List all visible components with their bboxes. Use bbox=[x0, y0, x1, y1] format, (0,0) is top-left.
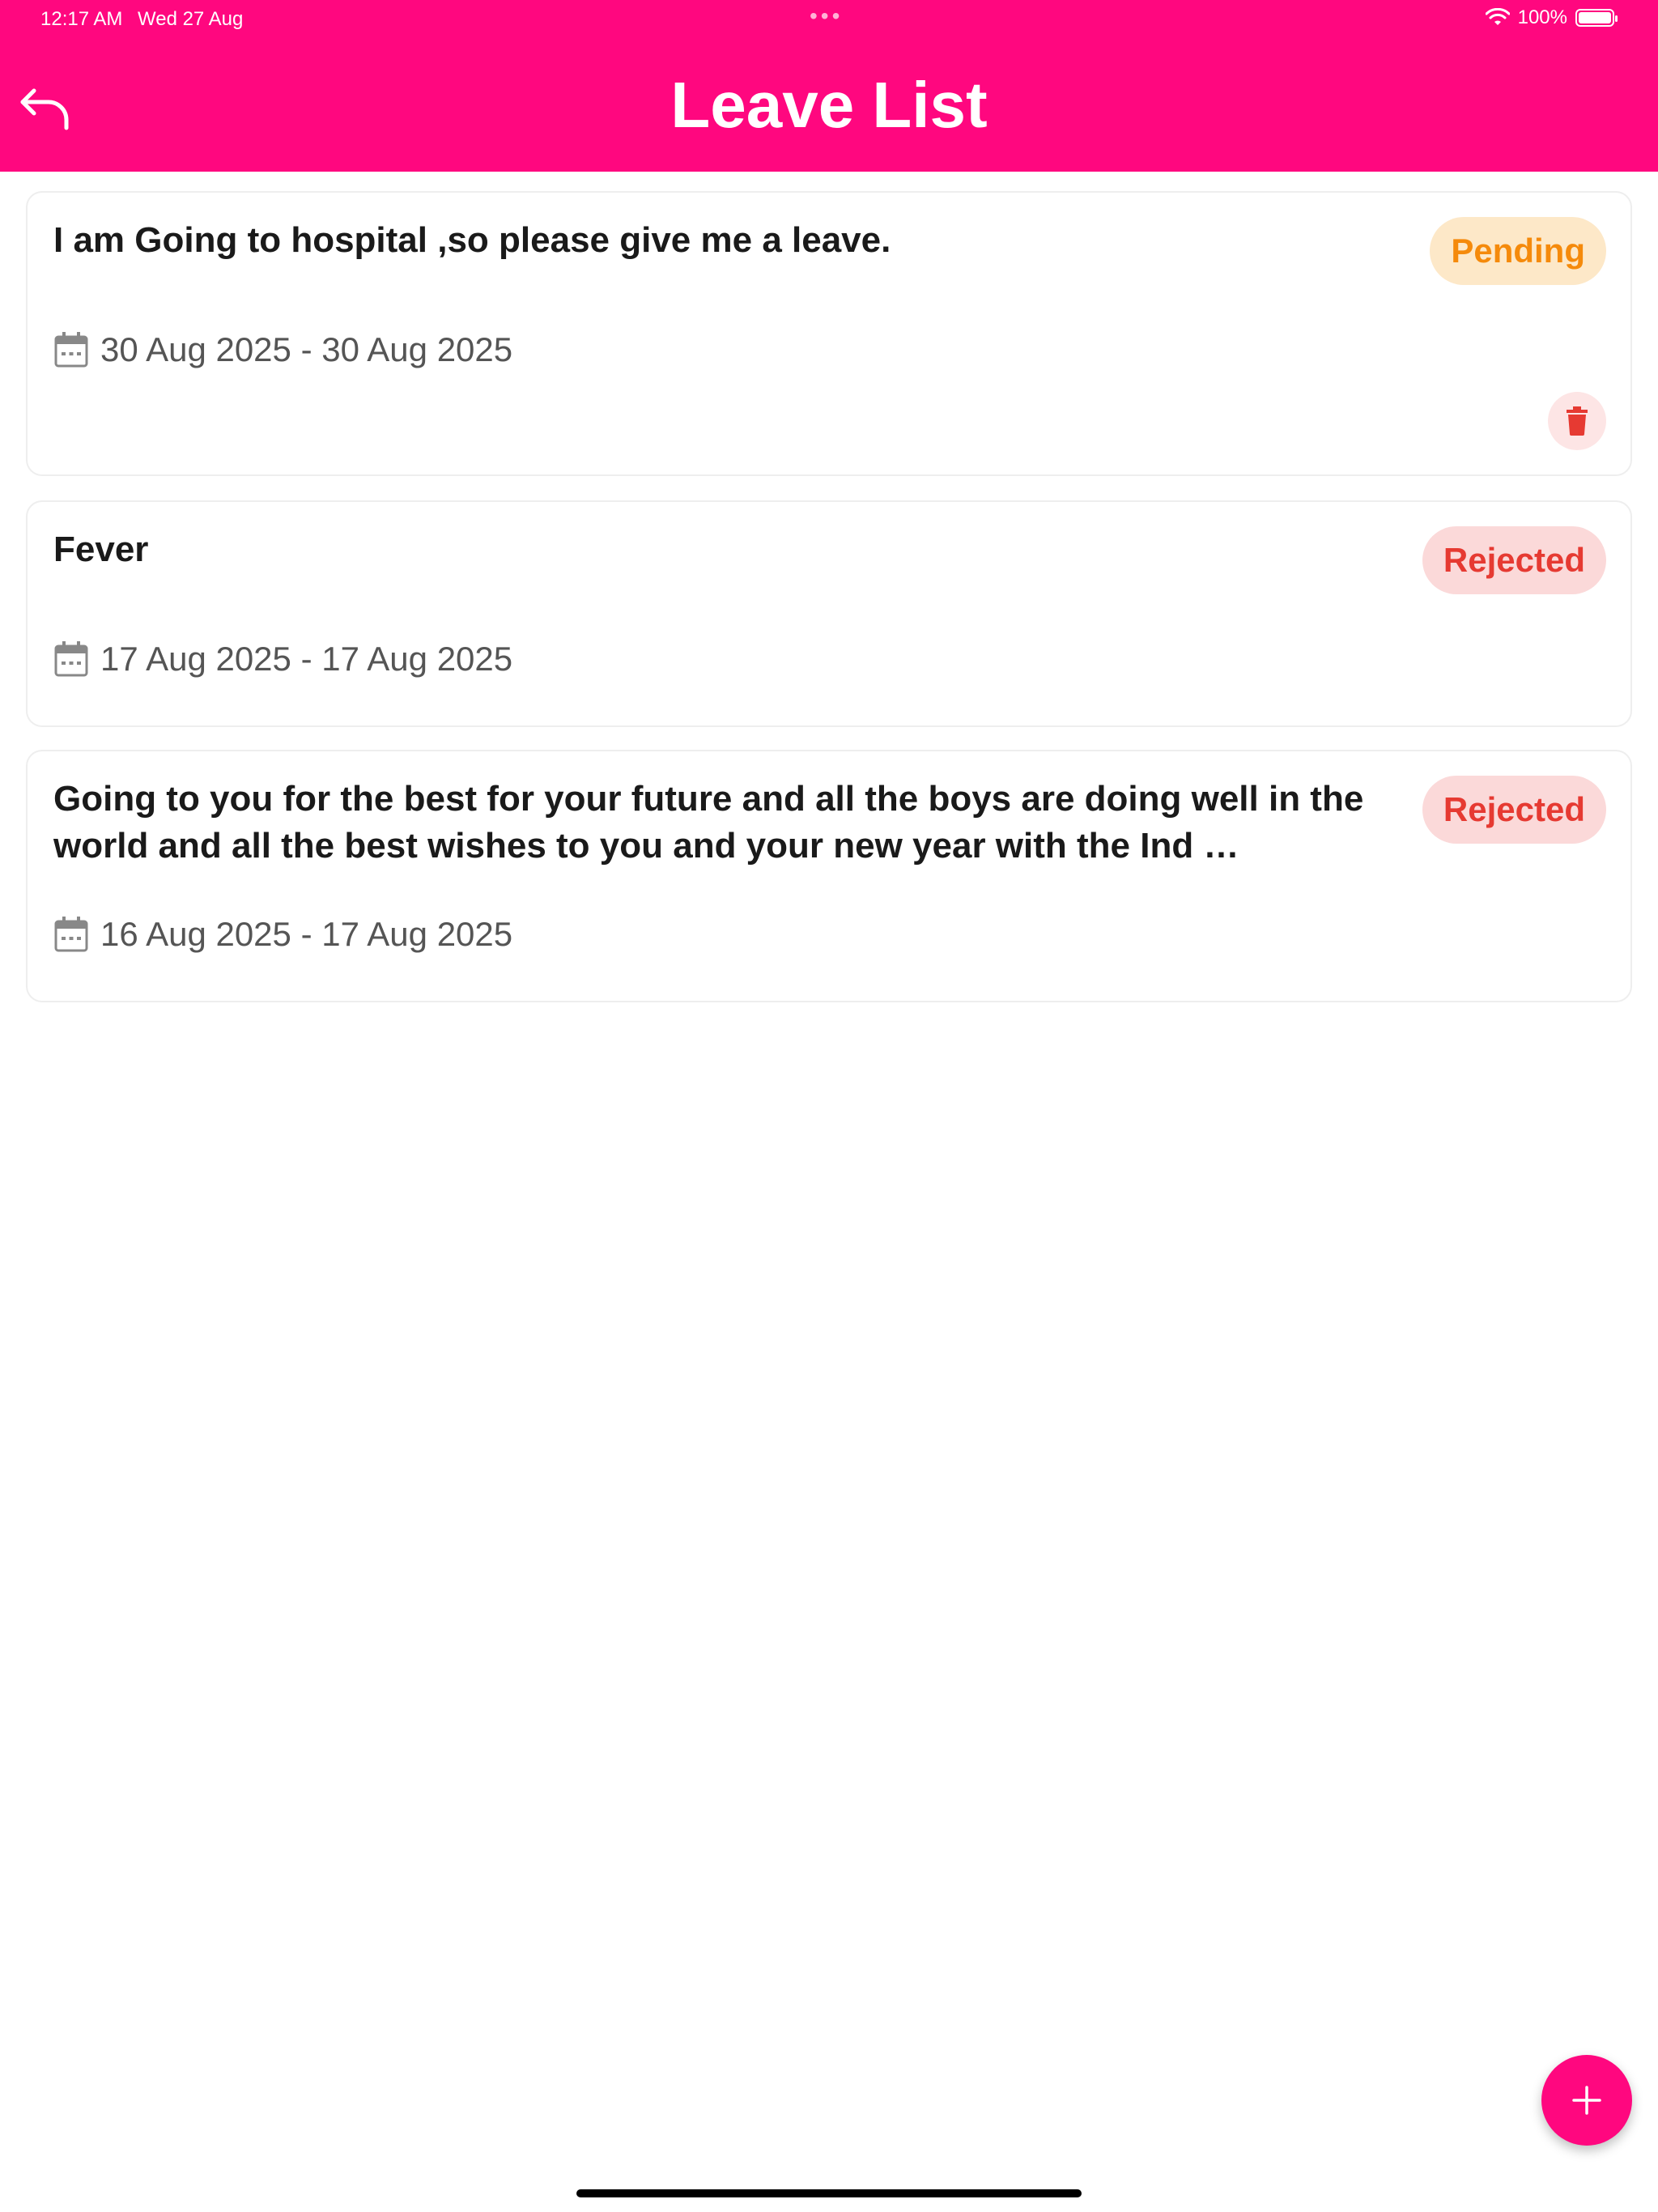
calendar-icon bbox=[54, 332, 88, 368]
status-badge: Pending bbox=[1430, 217, 1606, 285]
status-badge: Rejected bbox=[1422, 776, 1606, 844]
leave-card[interactable]: Going to you for the best for your futur… bbox=[26, 750, 1632, 1002]
app-header: Leave List bbox=[0, 39, 1658, 172]
leave-reason: I am Going to hospital ,so please give m… bbox=[53, 220, 891, 260]
wifi-icon bbox=[1485, 8, 1510, 25]
status-right: 100% bbox=[1485, 6, 1618, 29]
status-bar: 12:17 AM Wed 27 Aug ••• 100% bbox=[0, 0, 1658, 39]
calendar-icon bbox=[54, 917, 88, 952]
leave-reason: Fever bbox=[53, 530, 149, 569]
status-time: 12:17 AM bbox=[40, 8, 123, 30]
delete-button[interactable] bbox=[1548, 392, 1606, 450]
leave-date-row: 30 Aug 2025 - 30 Aug 2025 bbox=[53, 330, 512, 369]
leave-date-row: 17 Aug 2025 - 17 Aug 2025 bbox=[53, 640, 512, 678]
status-date: Wed 27 Aug bbox=[138, 8, 244, 30]
leave-card[interactable]: Fever Rejected 17 Aug 2025 - 17 Aug 2025 bbox=[26, 500, 1632, 727]
calendar-icon bbox=[54, 641, 88, 677]
home-indicator[interactable] bbox=[576, 2189, 1082, 2197]
leave-dates: 16 Aug 2025 - 17 Aug 2025 bbox=[100, 915, 513, 953]
battery-percent: 100% bbox=[1517, 6, 1567, 28]
battery-icon bbox=[1575, 9, 1618, 27]
leave-date-row: 16 Aug 2025 - 17 Aug 2025 bbox=[53, 915, 512, 954]
leave-dates: 30 Aug 2025 - 30 Aug 2025 bbox=[100, 330, 513, 368]
multitasking-dots-icon[interactable]: ••• bbox=[810, 3, 843, 29]
leave-reason: Going to you for the best for your futur… bbox=[53, 779, 1364, 866]
status-badge: Rejected bbox=[1422, 526, 1606, 594]
plus-icon bbox=[1572, 2086, 1601, 2115]
page-title: Leave List bbox=[670, 69, 988, 141]
leave-card[interactable]: I am Going to hospital ,so please give m… bbox=[26, 191, 1632, 476]
trash-icon bbox=[1567, 406, 1588, 436]
add-leave-button[interactable] bbox=[1541, 2055, 1632, 2146]
leave-dates: 17 Aug 2025 - 17 Aug 2025 bbox=[100, 640, 513, 678]
